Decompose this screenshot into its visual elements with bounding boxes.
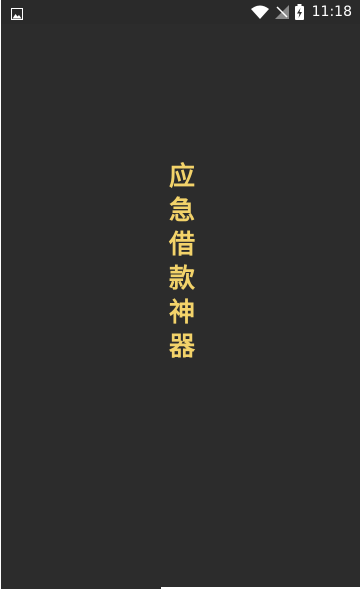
status-time: 11:18: [311, 4, 352, 20]
app-title-char: 器: [168, 332, 195, 362]
app-title-char: 借: [168, 230, 195, 260]
app-title-char: 款: [168, 264, 195, 294]
wifi-icon: [250, 5, 269, 19]
app-title-char: 神: [168, 298, 195, 328]
status-bar: 11:18: [1, 0, 360, 24]
app-title-char: 应: [168, 162, 195, 192]
app-title-vertical: 应 急 借 款 神 器: [167, 160, 197, 364]
app-title-char: 急: [168, 196, 195, 226]
battery-charging-icon: [294, 4, 304, 20]
gallery-icon: [11, 8, 23, 20]
navigation-bar-edge: [161, 587, 360, 589]
no-signal-icon: [274, 5, 289, 19]
splash-screen: 11:18 应 急 借 款 神 器: [1, 0, 360, 589]
